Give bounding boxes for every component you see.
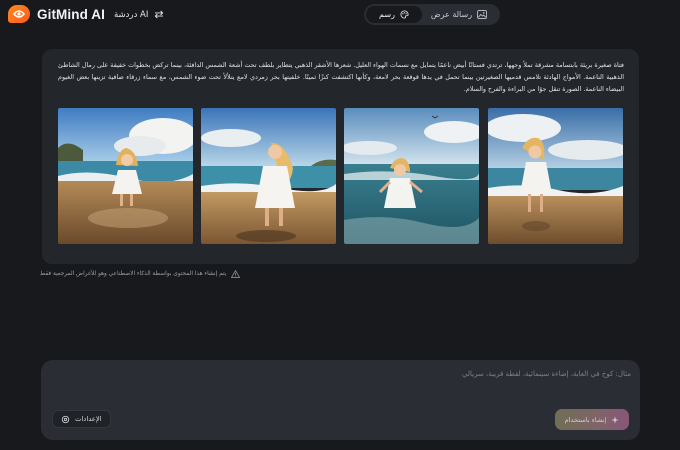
tab-presentation[interactable]: رسالة عرض [422,6,496,23]
create-button[interactable]: إنشاء باستخدام [555,409,629,430]
generated-image-3[interactable] [344,108,479,244]
logo[interactable]: GitMind AI [8,5,105,23]
generated-image-2[interactable] [201,108,336,244]
generated-image-1[interactable] [58,108,193,244]
girl-on-beach-image [488,108,623,244]
disclaimer-text: يتم إنشاء هذا المحتوى بواسطة الذكاء الاص… [40,271,227,277]
image-icon [477,10,487,19]
girl-on-beach-image [201,108,336,244]
swap-arrows-icon: ⇄ [154,8,164,21]
image-grid [58,108,624,244]
tab-draw[interactable]: رسم [366,6,422,23]
gitmind-logo-icon [8,5,30,23]
top-bar: GitMind AI دردشة AI ⇄ رسم رسالة عرض [0,0,680,30]
palette-icon [400,10,409,19]
girl-on-beach-image [344,108,479,244]
girl-on-beach-image [58,108,193,244]
prompt-input[interactable] [51,368,631,398]
mode-switch: رسم رسالة عرض [364,4,500,25]
tab-presentation-label: رسالة عرض [430,10,473,19]
warning-icon [231,270,241,278]
generated-image-4[interactable] [488,108,623,244]
prompt-input-panel: الإعدادات إنشاء باستخدام [41,360,640,440]
gear-icon [61,415,70,423]
sparkle-icon [611,415,619,424]
logo-text: GitMind AI [37,6,105,22]
settings-button[interactable]: الإعدادات [52,410,111,428]
prompt-text: فتاة صغيرة بريئة بابتسامة مشرقة تملأ وجه… [58,61,624,94]
ai-disclaimer: يتم إنشاء هذا المحتوى بواسطة الذكاء الاص… [40,270,241,278]
settings-label: الإعدادات [75,415,102,423]
create-label: إنشاء باستخدام [564,415,607,424]
ai-chat-link[interactable]: دردشة AI ⇄ [114,8,164,21]
ai-chat-label: دردشة AI [114,9,149,20]
result-card: فتاة صغيرة بريئة بابتسامة مشرقة تملأ وجه… [42,49,639,264]
tab-draw-label: رسم [379,10,395,19]
